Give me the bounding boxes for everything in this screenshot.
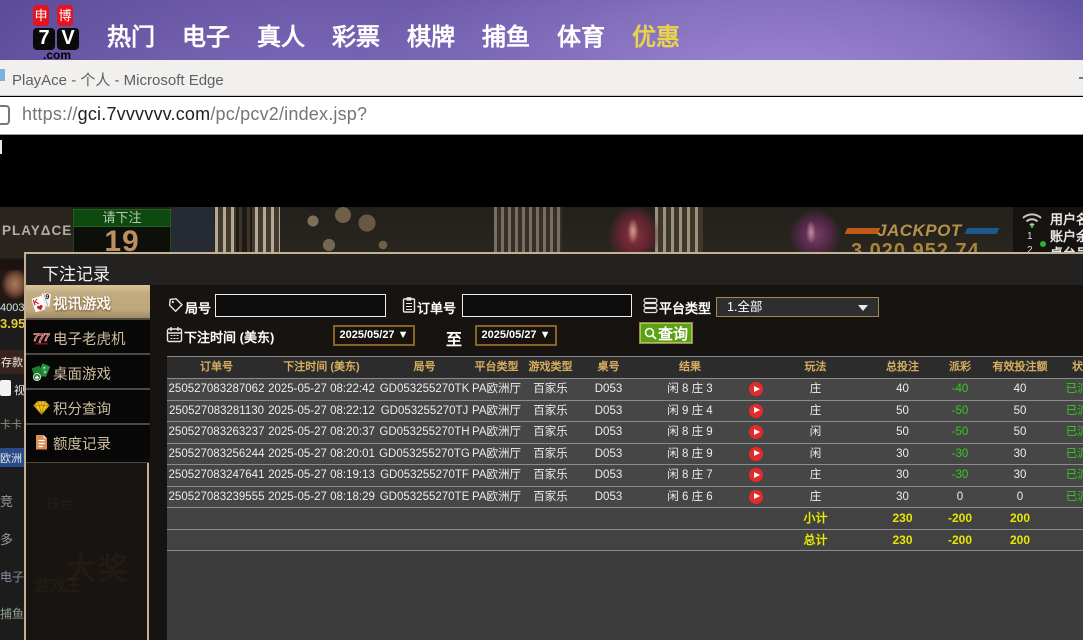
svg-text:7: 7 bbox=[43, 332, 51, 344]
svg-text:9: 9 bbox=[45, 293, 50, 300]
svg-text:♣: ♣ bbox=[35, 374, 40, 381]
